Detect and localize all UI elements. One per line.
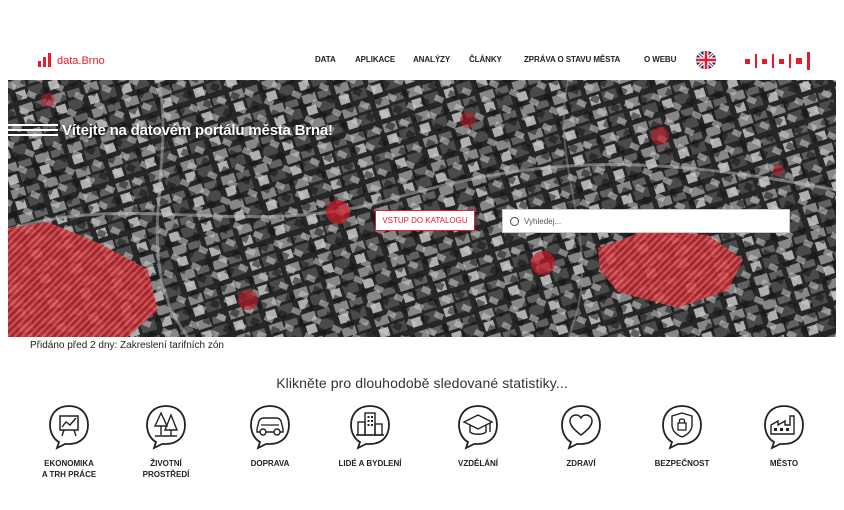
top-bar xyxy=(0,0,844,14)
catalog-button[interactable]: VSTUP DO KATALOGU xyxy=(375,210,475,231)
brno-logo-icon[interactable] xyxy=(745,52,810,70)
category-ekonomika[interactable]: EKONOMIKA A TRH PRÁCE xyxy=(24,404,114,480)
category-list: EKONOMIKA A TRH PRÁCE ŽIVOTNÍ PROSTŘEDÍ … xyxy=(0,404,844,504)
category-label: VZDĚLÁNÍ xyxy=(458,459,498,468)
category-label: ŽIVOTNÍ PROSTŘEDÍ xyxy=(142,459,190,479)
category-mesto[interactable]: MĚSTO xyxy=(739,404,829,469)
search-input[interactable] xyxy=(522,215,776,227)
category-label: EKONOMIKA A TRH PRÁCE xyxy=(41,459,97,479)
nav-item-o-webu[interactable]: O WEBU xyxy=(644,55,676,64)
category-label: DOPRAVA xyxy=(250,459,290,468)
main-nav: DATA APLIKACE ANALÝZY ČLÁNKY ZPRÁVA O ST… xyxy=(0,55,844,69)
title-lines-decoration xyxy=(8,124,58,136)
category-bezpecnost[interactable]: BEZPEČNOST xyxy=(637,404,727,469)
nav-item-clanky[interactable]: ČLÁNKY xyxy=(469,55,502,64)
header: data.Brno DATA APLIKACE ANALÝZY ČLÁNKY Z… xyxy=(0,44,844,78)
latest-news-link[interactable]: Přidáno před 2 dny: Zakreslení tarifních… xyxy=(30,340,224,351)
hero-title-wrap: Vítejte na datovém portálu města Brna! xyxy=(8,116,333,144)
search-box[interactable] xyxy=(502,209,790,233)
category-zivotni-prostredi[interactable]: ŽIVOTNÍ PROSTŘEDÍ xyxy=(121,404,211,480)
category-label: ZDRAVÍ xyxy=(566,459,596,468)
category-label: MĚSTO xyxy=(769,459,799,468)
car-icon xyxy=(250,405,290,450)
graduation-cap-icon xyxy=(458,405,498,450)
nav-item-analyzy[interactable]: ANALÝZY xyxy=(413,55,450,64)
heart-icon xyxy=(561,405,601,450)
nav-item-data[interactable]: DATA xyxy=(315,55,336,64)
hero-banner: Vítejte na datovém portálu města Brna! V… xyxy=(8,80,836,337)
factory-icon xyxy=(764,405,804,450)
trees-icon xyxy=(146,405,186,450)
category-label: BEZPEČNOST xyxy=(654,459,710,468)
category-zdravi[interactable]: ZDRAVÍ xyxy=(536,404,626,469)
category-vzdelani[interactable]: VZDĚLÁNÍ xyxy=(433,404,523,469)
uk-flag-icon[interactable] xyxy=(696,51,716,69)
chart-board-icon xyxy=(49,405,89,450)
search-icon xyxy=(510,216,519,226)
hero-title: Vítejte na datovém portálu města Brna! xyxy=(62,121,333,139)
nav-item-zprava[interactable]: ZPRÁVA O STAVU MĚSTA xyxy=(524,55,620,64)
stats-heading: Klikněte pro dlouhodobě sledované statis… xyxy=(276,375,568,391)
shield-lock-icon xyxy=(662,405,702,450)
buildings-icon xyxy=(350,405,390,450)
nav-item-aplikace[interactable]: APLIKACE xyxy=(355,55,395,64)
category-lide-a-bydleni[interactable]: LIDÉ A BYDLENÍ xyxy=(325,404,415,469)
category-label: LIDÉ A BYDLENÍ xyxy=(338,459,402,468)
category-doprava[interactable]: DOPRAVA xyxy=(225,404,315,469)
